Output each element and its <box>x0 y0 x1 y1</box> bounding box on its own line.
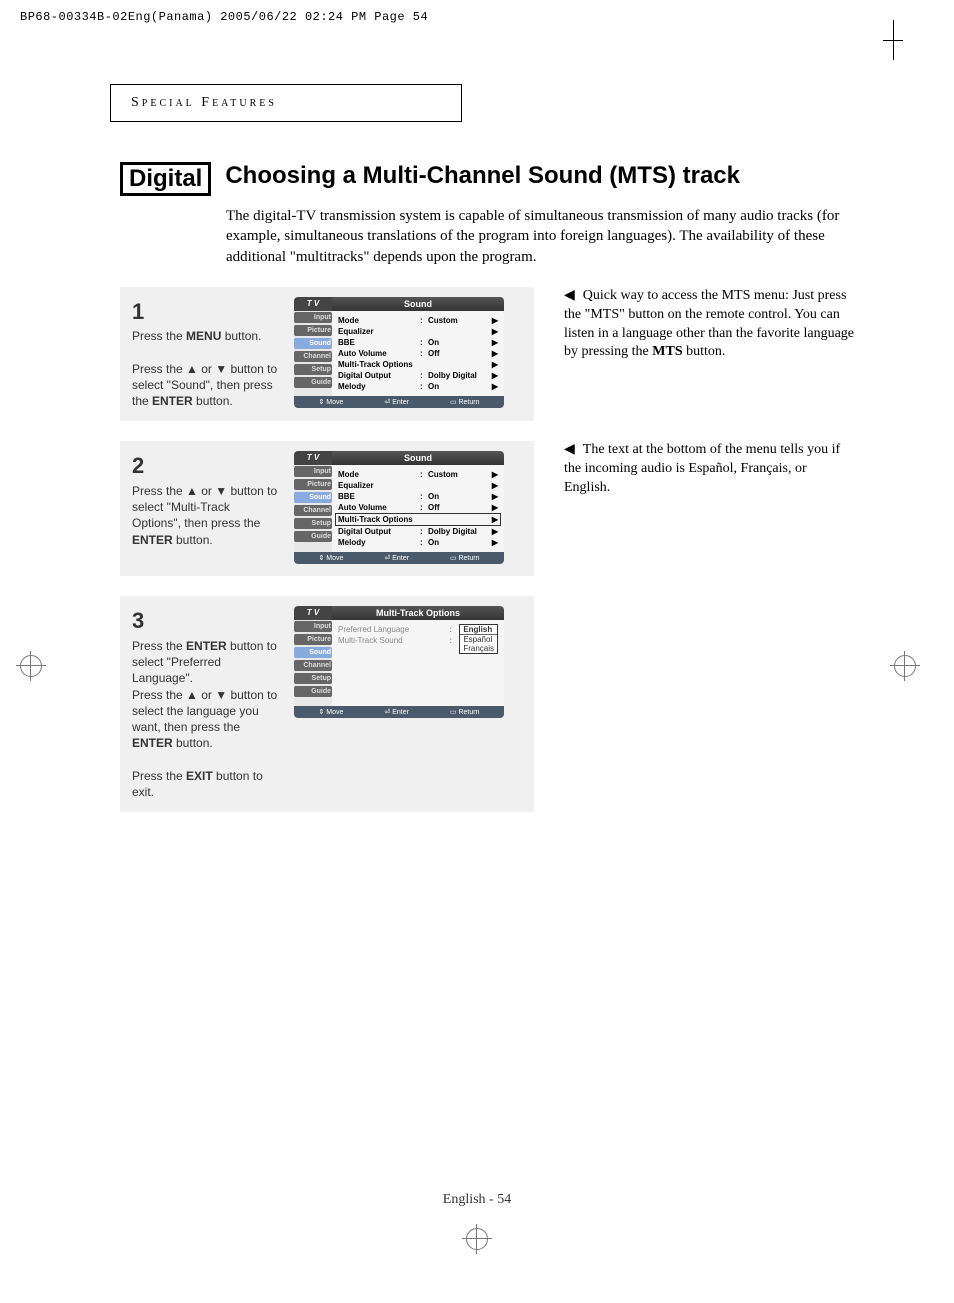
osd-menu-row: Multi-Track Options▶ <box>338 359 498 370</box>
osd-menu-row: Mode:Custom▶ <box>338 469 498 480</box>
osd-nav-item: Channel <box>294 351 332 362</box>
osd-nav-item: Input <box>294 466 332 477</box>
osd-menu-row: Auto Volume:Off▶ <box>338 502 498 513</box>
step-instruction: Press the ENTER button to select "Prefer… <box>132 638 282 800</box>
osd-nav-item: Channel <box>294 505 332 516</box>
side-note-2: ◀The text at the bottom of the menu tell… <box>564 441 854 498</box>
triangle-left-icon: ◀ <box>564 441 575 460</box>
osd-menu-row: Auto Volume:Off▶ <box>338 348 498 359</box>
step-number: 3 <box>132 606 282 636</box>
enter-hint: ⏎ Enter <box>384 554 409 562</box>
file-header: BP68-00334B-02Eng(Panama) 2005/06/22 02:… <box>0 0 954 34</box>
osd-menu-row: Equalizer▶ <box>338 480 498 491</box>
move-hint: ⇕ Move <box>318 708 343 716</box>
move-hint: ⇕ Move <box>318 554 343 562</box>
return-hint: ▭ Return <box>450 554 480 562</box>
side-note-1: ◀Quick way to access the MTS menu: Just … <box>564 287 854 363</box>
step-instruction: Press the ▲ or ▼ button to select "Multi… <box>132 483 282 548</box>
page-footer: English - 54 <box>0 1192 954 1208</box>
enter-hint: ⏎ Enter <box>384 708 409 716</box>
crop-mark <box>893 20 894 60</box>
osd-nav-item: Guide <box>294 377 332 388</box>
osd-nav-item: Picture <box>294 325 332 336</box>
osd-menu-row: Equalizer▶ <box>338 326 498 337</box>
return-hint: ▭ Return <box>450 708 480 716</box>
digital-tag: Digital <box>120 162 211 196</box>
osd-menu-row: BBE:On▶ <box>338 337 498 348</box>
osd-menu-row: Digital Output:Dolby Digital▶ <box>338 526 498 537</box>
step-block-2: 2 Press the ▲ or ▼ button to select "Mul… <box>120 441 534 576</box>
osd-screenshot-3: T V Multi-Track Options InputPictureSoun… <box>294 606 504 800</box>
osd-nav-item: Picture <box>294 634 332 645</box>
step-instruction: Press the MENU button.Press the ▲ or ▼ b… <box>132 328 282 409</box>
language-dropdown: EnglishEspañolFrançais <box>459 624 498 654</box>
step-block-3: 3 Press the ENTER button to select "Pref… <box>120 596 534 812</box>
osd-nav-item: Input <box>294 312 332 323</box>
registration-mark-right <box>894 655 934 695</box>
osd-screenshot-1: T V Sound InputPictureSoundChannelSetupG… <box>294 297 504 410</box>
osd-nav-item: Guide <box>294 686 332 697</box>
osd-menu-row: Digital Output:Dolby Digital▶ <box>338 370 498 381</box>
osd-nav-item: Sound <box>294 647 332 658</box>
osd-nav-item: Setup <box>294 673 332 684</box>
triangle-left-icon: ◀ <box>564 287 575 306</box>
enter-hint: ⏎ Enter <box>384 398 409 406</box>
return-hint: ▭ Return <box>450 398 480 406</box>
move-hint: ⇕ Move <box>318 398 343 406</box>
osd-menu-row: Melody:On▶ <box>338 381 498 392</box>
osd-nav-item: Setup <box>294 518 332 529</box>
osd-menu-row: BBE:On▶ <box>338 491 498 502</box>
registration-mark-bottom <box>0 1228 954 1250</box>
intro-text: The digital-TV transmission system is ca… <box>226 206 846 267</box>
osd-nav-item: Sound <box>294 492 332 503</box>
step-block-1: 1 Press the MENU button.Press the ▲ or ▼… <box>120 287 534 422</box>
osd-menu-row: Mode:Custom▶ <box>338 315 498 326</box>
osd-nav-item: Setup <box>294 364 332 375</box>
osd-nav-item: Guide <box>294 531 332 542</box>
osd-menu-row: Multi-Track Options▶ <box>335 513 501 526</box>
osd-menu-row: Melody:On▶ <box>338 537 498 548</box>
osd-nav-item: Sound <box>294 338 332 349</box>
osd-nav-item: Channel <box>294 660 332 671</box>
step-number: 2 <box>132 451 282 481</box>
osd-screenshot-2: T V Sound InputPictureSoundChannelSetupG… <box>294 451 504 564</box>
section-header: Special Features <box>110 84 462 122</box>
osd-nav-item: Input <box>294 621 332 632</box>
step-number: 1 <box>132 297 282 327</box>
registration-mark-left <box>20 655 60 695</box>
osd-nav-item: Picture <box>294 479 332 490</box>
page-title: Choosing a Multi-Channel Sound (MTS) tra… <box>225 162 854 190</box>
